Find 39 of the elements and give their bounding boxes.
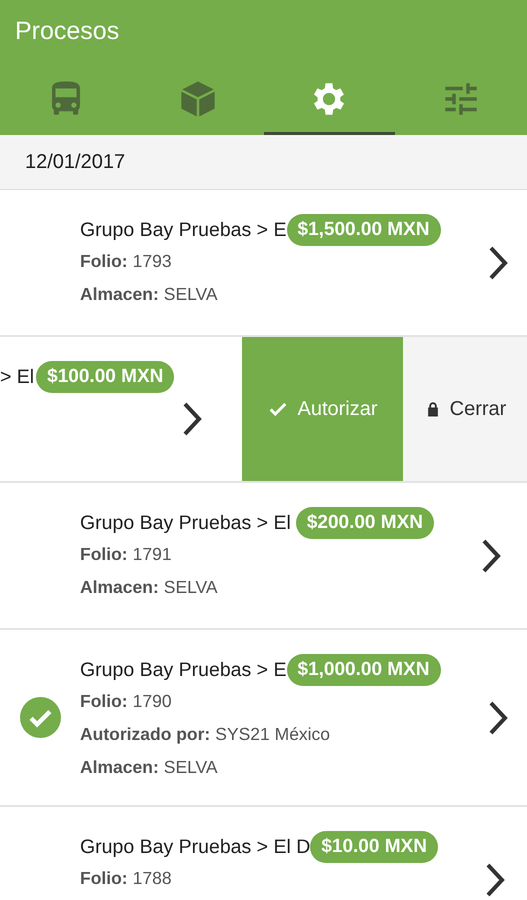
field-value: SYS21 México xyxy=(215,724,330,744)
amount-badge: $10.00 MXN xyxy=(310,831,438,863)
field-label: Folio: xyxy=(80,868,128,888)
list-item[interactable]: Grupo Bay Pruebas > E $1,000.00 MXN Folio: 1790 Autorizado por: SYS21 México Almacen: SELVA xyxy=(0,630,527,807)
amount-badge: $1,500.00 MXN xyxy=(286,214,441,246)
field-label: Almacen: xyxy=(80,577,159,597)
field-label: Almacen: xyxy=(80,284,159,304)
chevron-right-icon xyxy=(484,862,505,898)
chevron-right-icon xyxy=(488,700,508,736)
field-value: SELVA xyxy=(164,757,218,777)
item-title: > El xyxy=(0,366,34,388)
field-value: 1790 xyxy=(132,691,172,711)
item-title: Grupo Bay Pruebas > E xyxy=(80,658,286,682)
item-title: Grupo Bay Pruebas > El xyxy=(80,512,291,534)
field-label: Autorizado por: xyxy=(80,724,210,744)
field-value: SELVA xyxy=(164,577,218,597)
list-item[interactable]: Grupo Bay Pruebas > El D $10.00 MXN Folio: 1788 xyxy=(0,807,527,900)
field-label: Folio: xyxy=(80,544,128,564)
field-value: SELVA xyxy=(164,284,218,304)
date-header: 12/01/2017 xyxy=(0,135,527,190)
chevron-right-icon xyxy=(481,538,501,574)
field-label: Folio: xyxy=(80,251,128,271)
field-value: 1788 xyxy=(132,868,172,888)
item-title: Grupo Bay Pruebas > El D xyxy=(80,836,310,858)
field-value: 1793 xyxy=(132,251,172,271)
field-label: Folio: xyxy=(80,691,128,711)
list-item[interactable]: Grupo Bay Pruebas > El $200.00 MXN Folio: 1791 Almacen: SELVA xyxy=(0,483,527,630)
field-value: 1791 xyxy=(132,544,172,564)
field-label: Almacen: xyxy=(80,757,159,777)
amount-badge: $1,000.00 MXN xyxy=(286,654,441,686)
app-title: Procesos xyxy=(14,16,120,47)
item-title: Grupo Bay Pruebas > E xyxy=(80,218,286,242)
chevron-right-icon xyxy=(182,401,202,437)
list-item[interactable]: Grupo Bay Pruebas > E $1,500.00 MXN Folio: 1793 Almacen: SELVA xyxy=(0,190,527,337)
amount-badge: $200.00 MXN xyxy=(296,507,434,539)
close-button[interactable]: Cerrar xyxy=(403,337,527,481)
list-item[interactable]: > El $100.00 MXN Autorizar Cerrar xyxy=(0,337,527,483)
amount-badge: $100.00 MXN xyxy=(36,361,174,393)
chevron-right-icon xyxy=(488,244,508,280)
